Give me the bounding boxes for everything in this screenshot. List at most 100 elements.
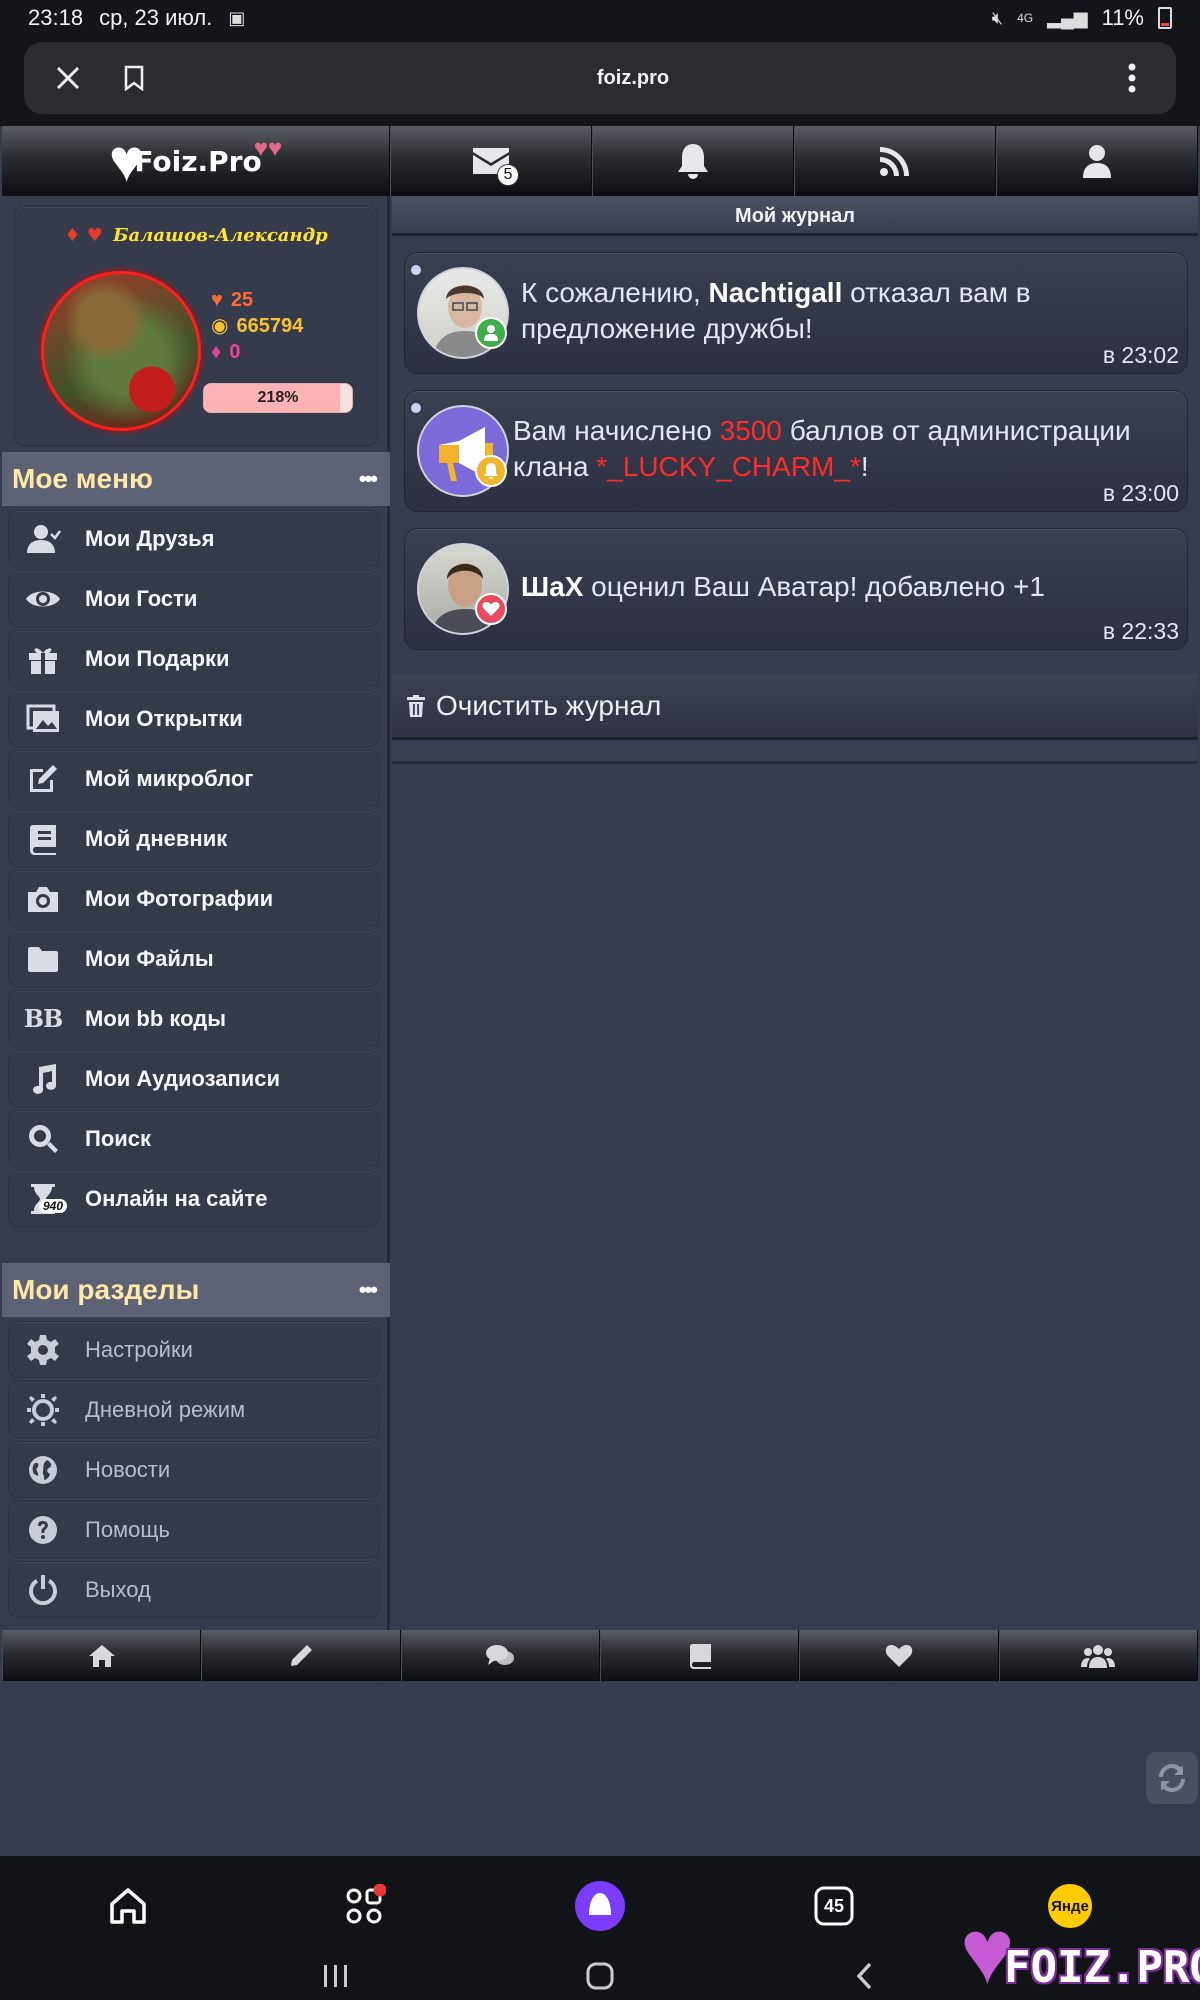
nav-feed[interactable] — [794, 126, 996, 196]
profile-name-row[interactable]: ♦ ♥ Балашов-Александр — [15, 225, 377, 246]
notification-item[interactable]: ШаХ оценил Ваш Аватар! добавлено +1 в 22… — [404, 528, 1188, 650]
battery-label: 11% — [1101, 5, 1144, 30]
bottom-navigation — [2, 1630, 1198, 1681]
site-logo[interactable]: ♥ Foiz.Pro ♥♥ — [2, 126, 390, 196]
my-menu-list: Мои Друзья Мои Гости Мои Подарки Мои Отк… — [2, 507, 390, 1230]
trash-icon — [407, 694, 425, 717]
gem-icon: ♦ — [211, 341, 222, 363]
notif-username[interactable]: Nachtigall — [709, 277, 843, 308]
notification-item[interactable]: К сожалению, Nachtigall отказал вам в пр… — [404, 252, 1188, 374]
calendar-app-icon[interactable]: 45 — [804, 1876, 864, 1936]
nav-profile[interactable] — [996, 126, 1198, 196]
my-sections-header: Мои разделы ••• — [2, 1263, 390, 1317]
home-button[interactable] — [570, 1956, 630, 1996]
watermark-logo: ♥ FOIZ.PRO — [960, 1906, 1200, 2000]
menu-item-postcards[interactable]: Мои Открытки — [8, 690, 380, 747]
mail-badge: 5 — [497, 164, 519, 186]
menu-item-label: Настройки — [85, 1336, 193, 1362]
notification-item[interactable]: Вам начислено 3500 баллов от администрац… — [404, 390, 1188, 512]
heart-icon — [885, 1644, 913, 1667]
clan-name-link[interactable]: *_LUCKY_CHARM_* — [596, 451, 861, 482]
my-sections-list: Настройки Дневной режим Новости Помощь В… — [2, 1318, 390, 1621]
menu-item-microblog[interactable]: Мой микроблог — [8, 750, 380, 807]
rank-badge-icon: ♦ ♥ — [64, 225, 103, 246]
user-friends-icon — [23, 521, 63, 557]
menu-item-gifts[interactable]: Мои Подарки — [8, 630, 380, 687]
nav-chat[interactable] — [400, 1630, 600, 1681]
balloons-icon: ♥♥ — [253, 135, 283, 162]
nav-likes[interactable] — [799, 1630, 999, 1681]
menu-item-logout[interactable]: Выход — [8, 1561, 380, 1618]
url-text[interactable]: foiz.pro — [156, 67, 1110, 90]
nav-community[interactable] — [998, 1630, 1198, 1681]
menu-item-label: Дневной режим — [85, 1396, 246, 1422]
menu-item-label: Мои Подарки — [85, 645, 230, 671]
menu-item-diary[interactable]: Мой дневник — [8, 810, 380, 867]
likes-stat: ♥ 25 — [211, 287, 303, 313]
bookmark-icon[interactable] — [112, 56, 156, 100]
profile-name: Балашов-Александр — [113, 225, 328, 246]
menu-item-news[interactable]: Новости — [8, 1441, 380, 1498]
menu-item-label: Мои Фотографии — [85, 885, 274, 911]
menu-item-bbcodes[interactable]: BB Мои bb коды — [8, 990, 380, 1047]
users-icon — [1081, 1644, 1116, 1668]
nav-home[interactable] — [2, 1630, 202, 1681]
nav-mail[interactable]: 5 — [390, 126, 592, 196]
menu-item-photos[interactable]: Мои Фотографии — [8, 870, 380, 927]
more-dots-icon[interactable]: ••• — [359, 1277, 378, 1303]
alice-assistant-icon[interactable] — [570, 1876, 630, 1936]
points-value: 3500 — [719, 415, 782, 446]
progress-label: 218% — [257, 389, 299, 406]
back-button[interactable] — [834, 1956, 894, 1996]
edit-icon — [23, 761, 63, 797]
nav-write[interactable] — [201, 1630, 401, 1681]
menu-item-online[interactable]: 940 Онлайн на сайте — [8, 1170, 380, 1227]
rss-icon — [880, 147, 909, 176]
likes-value: 25 — [230, 289, 254, 311]
more-menu-icon[interactable] — [1110, 56, 1154, 100]
menu-item-guests[interactable]: Мои Гости — [8, 570, 380, 627]
watermark-text: FOIZ.PRO — [1004, 1942, 1200, 1993]
recent-apps-button[interactable] — [306, 1956, 366, 1996]
menu-item-day-mode[interactable]: Дневной режим — [8, 1381, 380, 1438]
menu-item-label: Мои bb коды — [85, 1005, 227, 1031]
refresh-button[interactable] — [1146, 1752, 1198, 1804]
menu-item-settings[interactable]: Настройки — [8, 1321, 380, 1378]
globe-icon — [23, 1452, 63, 1488]
home-icon — [88, 1644, 115, 1667]
question-icon — [23, 1512, 63, 1548]
unread-dot — [411, 403, 421, 413]
menu-item-friends[interactable]: Мои Друзья — [8, 510, 380, 567]
menu-item-files[interactable]: Мои Файлы — [8, 930, 380, 987]
gems-stat: ♦ 0 — [211, 339, 303, 365]
my-menu-title: Мое меню — [12, 463, 153, 494]
menu-item-help[interactable]: Помощь — [8, 1501, 380, 1558]
camera-icon — [23, 881, 63, 917]
menu-item-label: Новости — [85, 1456, 171, 1482]
nav-diary[interactable] — [599, 1630, 800, 1681]
menu-item-search[interactable]: Поиск — [8, 1110, 380, 1167]
logo-text: Foiz.Pro — [134, 144, 262, 178]
logo-heart-icon: ♥ — [108, 127, 145, 194]
nav-notifications[interactable] — [592, 126, 794, 196]
menu-item-audio[interactable]: Мои Аудиозаписи — [8, 1050, 380, 1107]
avatar[interactable] — [41, 271, 201, 431]
close-icon[interactable] — [46, 56, 90, 100]
status-bar: 23:18 ср, 23 июл. ▣ 🔇︎ 4G ▂▄▆ 11% — [0, 0, 1200, 36]
my-sections-title: Мои разделы — [12, 1274, 200, 1305]
search-icon — [23, 1121, 63, 1157]
user-icon — [1083, 145, 1111, 178]
menu-item-label: Выход — [85, 1576, 151, 1602]
coins-icon: ◉ — [211, 315, 229, 337]
notif-username[interactable]: ШаХ — [521, 571, 583, 602]
refresh-icon — [1159, 1764, 1185, 1792]
user-badge-icon — [475, 317, 507, 349]
notification-text: Вам начислено 3500 баллов от администрац… — [513, 413, 1173, 485]
clear-journal-label: Очистить журнал — [436, 689, 662, 721]
clear-journal-button[interactable]: Очистить журнал — [392, 674, 1198, 740]
online-count-badge: 940 — [39, 1199, 68, 1213]
notif-text-part: К сожалению, — [521, 277, 709, 308]
home-app-icon[interactable] — [98, 1876, 158, 1936]
more-dots-icon[interactable]: ••• — [359, 466, 378, 492]
apps-grid-icon[interactable] — [334, 1876, 394, 1936]
